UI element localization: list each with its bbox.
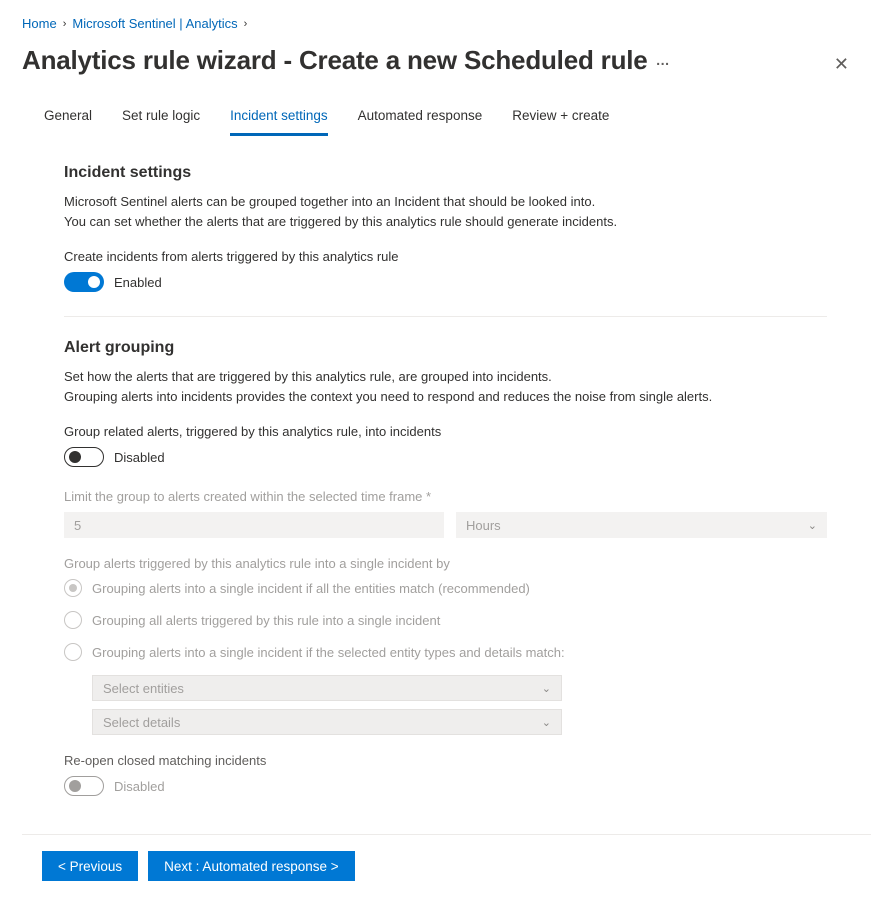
tabs: General Set rule logic Incident settings…: [22, 94, 871, 136]
limit-timeframe-input[interactable]: 5: [64, 512, 444, 538]
tab-review-create[interactable]: Review + create: [512, 100, 609, 136]
breadcrumb-sentinel[interactable]: Microsoft Sentinel | Analytics: [72, 16, 237, 31]
chevron-down-icon: ⌄: [808, 519, 817, 532]
limit-timeframe-unit-select[interactable]: Hours ⌄: [456, 512, 827, 538]
radio-selected-types[interactable]: [64, 643, 82, 661]
footer-divider: [22, 834, 871, 835]
reopen-state: Disabled: [114, 779, 165, 794]
create-incidents-state: Enabled: [114, 275, 162, 290]
select-entities[interactable]: Select entities ⌄: [92, 675, 562, 701]
previous-button[interactable]: < Previous: [42, 851, 138, 881]
more-icon[interactable]: …: [656, 52, 672, 68]
group-related-state: Disabled: [114, 450, 165, 465]
reopen-toggle[interactable]: [64, 776, 104, 796]
limit-timeframe-label: Limit the group to alerts created within…: [64, 489, 827, 504]
tab-general[interactable]: General: [44, 100, 92, 136]
tab-set-rule-logic[interactable]: Set rule logic: [122, 100, 200, 136]
group-related-toggle[interactable]: [64, 447, 104, 467]
close-icon[interactable]: ✕: [834, 46, 871, 75]
tab-incident-settings[interactable]: Incident settings: [230, 100, 328, 136]
create-incidents-label: Create incidents from alerts triggered b…: [64, 249, 827, 264]
radio-entities-match-label: Grouping alerts into a single incident i…: [92, 581, 530, 596]
group-related-label: Group related alerts, triggered by this …: [64, 424, 827, 439]
radio-all-alerts-label: Grouping all alerts triggered by this ru…: [92, 613, 440, 628]
tab-automated-response[interactable]: Automated response: [358, 100, 483, 136]
breadcrumb: Home › Microsoft Sentinel | Analytics ›: [22, 0, 871, 39]
radio-all-alerts[interactable]: [64, 611, 82, 629]
alert-grouping-desc: Set how the alerts that are triggered by…: [64, 367, 827, 406]
alert-grouping-heading: Alert grouping: [64, 339, 827, 357]
create-incidents-toggle[interactable]: [64, 272, 104, 292]
group-into-single-label: Group alerts triggered by this analytics…: [64, 556, 827, 571]
chevron-down-icon: ⌄: [542, 682, 551, 695]
breadcrumb-home[interactable]: Home: [22, 16, 57, 31]
chevron-right-icon: ›: [63, 18, 67, 30]
radio-entities-match[interactable]: [64, 579, 82, 597]
select-details[interactable]: Select details ⌄: [92, 709, 562, 735]
next-button[interactable]: Next : Automated response >: [148, 851, 354, 881]
radio-selected-types-label: Grouping alerts into a single incident i…: [92, 645, 565, 660]
chevron-right-icon: ›: [244, 18, 248, 30]
page-title: Analytics rule wizard - Create a new Sch…: [22, 45, 672, 76]
chevron-down-icon: ⌄: [542, 716, 551, 729]
incident-settings-desc: Microsoft Sentinel alerts can be grouped…: [64, 192, 827, 231]
reopen-label: Re-open closed matching incidents: [64, 753, 827, 768]
incident-settings-heading: Incident settings: [64, 164, 827, 182]
